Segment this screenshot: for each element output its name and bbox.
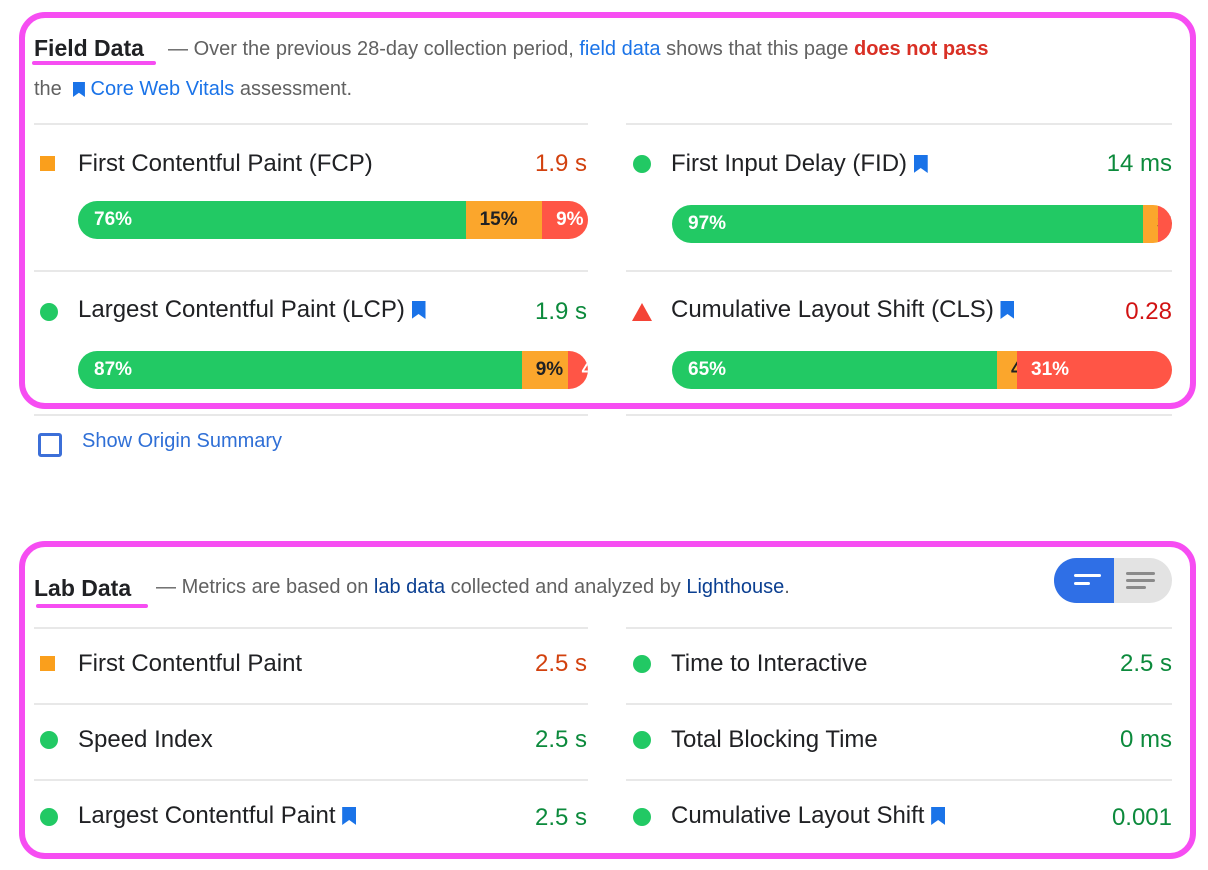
distribution-bar-fcp: 76% 15% 9% (78, 201, 588, 239)
metric-label-cls: Cumulative Layout Shift (CLS) (671, 296, 1015, 324)
lab-metric-label-fcp: First Contentful Paint (78, 650, 303, 677)
desc-text: Metrics are based on (181, 576, 369, 598)
metric-label-text: Largest Contentful Paint (78, 802, 336, 829)
lab-metric-value-cls: 0.001 (1111, 804, 1172, 831)
bookmark-icon[interactable] (411, 301, 426, 319)
lab-metric-value-tti: 2.5 s (1119, 650, 1172, 677)
bookmark-icon (72, 82, 85, 97)
desc-dash: — (168, 38, 188, 60)
field-data-title-underline (32, 61, 156, 65)
divider (34, 414, 588, 416)
list-view-icon (1126, 579, 1155, 582)
divider (626, 270, 1172, 272)
divider (626, 414, 1172, 416)
lab-metric-label-si: Speed Index (78, 726, 213, 753)
metric-value-cls: 0.28 (1125, 298, 1172, 325)
bar-segment-good: 65% (672, 351, 997, 389)
metric-value-fcp: 1.9 s (534, 150, 587, 177)
lab-metric-label-cls: Cumulative Layout Shift (671, 802, 946, 830)
green-circle-icon (633, 731, 651, 749)
green-circle-icon (40, 731, 58, 749)
summary-view-icon (1074, 582, 1090, 585)
desc-dash: — (156, 576, 176, 598)
bar-segment-good: 97% (672, 205, 1144, 243)
bookmark-icon[interactable] (1000, 301, 1015, 319)
divider (34, 627, 588, 629)
lab-data-link[interactable]: lab data (374, 576, 445, 598)
field-data-title: Field Data (34, 35, 144, 61)
lab-data-title: Lab Data (34, 575, 132, 601)
metric-value-fid: 14 ms (1106, 150, 1172, 177)
metric-label-text: Cumulative Layout Shift (671, 802, 925, 829)
metric-label-lcp: Largest Contentful Paint (LCP) (78, 296, 426, 324)
desc-text: collected and analyzed by (450, 576, 681, 598)
green-circle-icon (40, 303, 58, 321)
orange-square-icon (40, 656, 55, 671)
summary-view-icon (1074, 574, 1101, 577)
lab-data-description: — Metrics are based on lab data collecte… (156, 567, 790, 607)
show-origin-summary-label[interactable]: Show Origin Summary (82, 430, 282, 453)
lab-metric-label-tbt: Total Blocking Time (671, 726, 878, 753)
field-data-link[interactable]: field data (579, 38, 660, 60)
summary-view-button[interactable] (1054, 558, 1114, 603)
distribution-bar-cls: 65% 4% 31% (672, 351, 1172, 389)
assessment-status: does not pass (853, 38, 989, 60)
bar-segment-average: 9% (521, 351, 568, 389)
metric-label-text: Cumulative Layout Shift (CLS) (671, 296, 994, 323)
green-circle-icon (633, 808, 651, 826)
lab-metric-value-fcp: 2.5 s (534, 650, 587, 677)
divider (34, 123, 588, 125)
bookmark-icon[interactable] (931, 807, 946, 825)
list-view-icon (1126, 586, 1146, 589)
metric-value-lcp: 1.9 s (534, 298, 587, 325)
list-view-button[interactable] (1114, 558, 1172, 603)
bar-segment-poor: 9% (542, 201, 588, 239)
metric-label-fcp: First Contentful Paint (FCP) (78, 150, 373, 177)
divider (34, 270, 588, 272)
bar-segment-average: 4% (997, 351, 1038, 389)
divider (626, 627, 1172, 629)
divider (626, 123, 1172, 125)
lighthouse-link[interactable]: Lighthouse (686, 576, 784, 598)
bar-segment-poor: 31% (1017, 351, 1172, 389)
metric-label-text: First Input Delay (FID) (671, 150, 908, 177)
divider (626, 779, 1172, 781)
bar-segment-good: 87% (78, 351, 522, 389)
desc-text: assessment. (239, 78, 353, 100)
desc-text: . (784, 576, 790, 598)
lab-metric-value-tbt: 0 ms (1119, 726, 1172, 753)
metric-label-text: Largest Contentful Paint (LCP) (78, 296, 405, 323)
core-web-vitals-label: Core Web Vitals (90, 78, 235, 100)
bookmark-icon[interactable] (913, 155, 928, 173)
green-circle-icon (633, 155, 651, 173)
desc-text: the (34, 78, 62, 100)
bar-segment-average: 3% (1143, 205, 1172, 243)
orange-square-icon (40, 156, 55, 171)
metric-label-fid: First Input Delay (FID) (671, 150, 928, 178)
field-data-description-line1: — Over the previous 28-day collection pe… (168, 29, 988, 69)
divider (34, 703, 588, 705)
bookmark-icon[interactable] (342, 807, 357, 825)
bar-segment-average: 15% (465, 201, 543, 239)
list-view-icon (1126, 572, 1155, 575)
lab-metric-value-lcp: 2.5 s (534, 804, 587, 831)
divider (34, 779, 588, 781)
core-web-vitals-link[interactable]: Core Web Vitals (67, 78, 234, 100)
distribution-bar-fid: 97% 3% 1% (672, 205, 1172, 243)
desc-text: shows that this page (666, 38, 849, 60)
field-data-description-line2: the Core Web Vitals assessment. (34, 69, 352, 109)
lab-metric-value-si: 2.5 s (534, 726, 587, 753)
show-origin-summary-checkbox[interactable] (38, 433, 62, 457)
distribution-bar-lcp: 87% 9% 4% (78, 351, 588, 389)
green-circle-icon (633, 655, 651, 673)
green-circle-icon (40, 808, 58, 826)
view-toggle[interactable] (1054, 558, 1172, 603)
divider (626, 703, 1172, 705)
lab-metric-label-tti: Time to Interactive (671, 650, 868, 677)
bar-segment-good: 76% (78, 201, 466, 239)
lab-metric-label-lcp: Largest Contentful Paint (78, 802, 357, 830)
lab-data-title-underline (36, 604, 148, 608)
desc-text: Over the previous 28-day collection peri… (193, 38, 574, 60)
